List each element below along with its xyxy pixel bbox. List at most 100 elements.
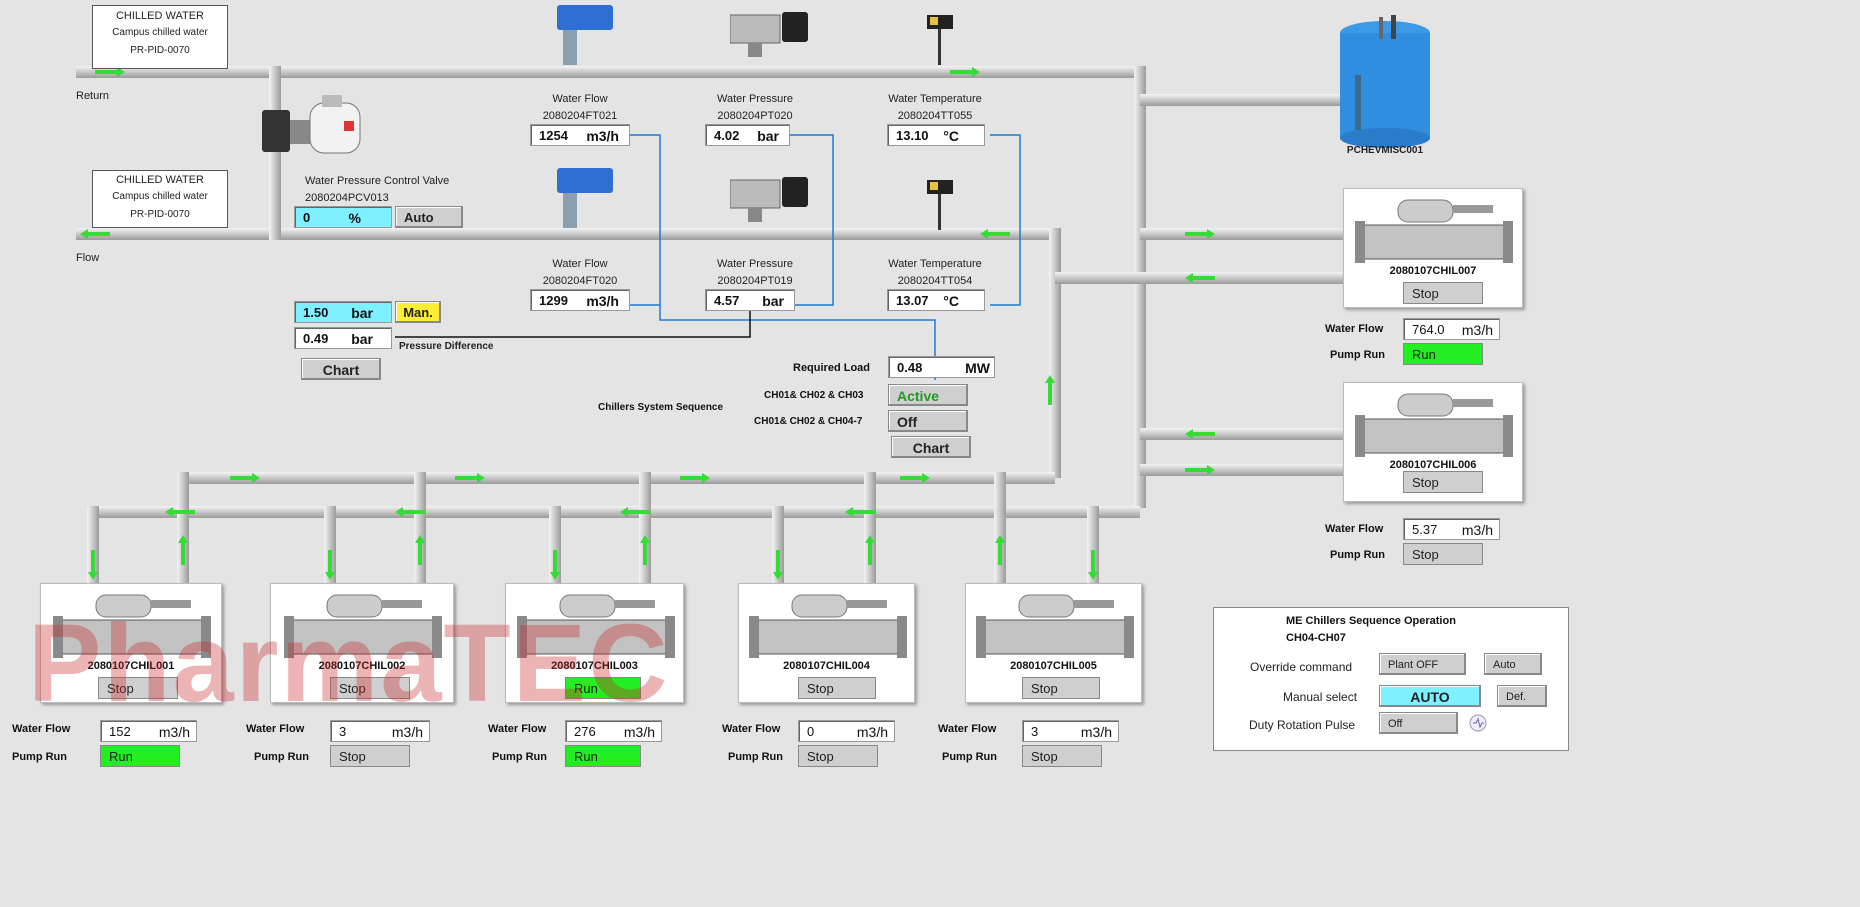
return-temperature-title: Water Temperature: [888, 93, 982, 105]
override-auto-button[interactable]: Auto: [1484, 653, 1542, 675]
water-flow-label: Water Flow: [722, 723, 781, 735]
chiller-status[interactable]: Stop: [1022, 677, 1100, 699]
pcv-mode-button[interactable]: Auto: [395, 206, 463, 228]
temperature-sensor-icon: [925, 15, 955, 65]
return-temperature-field[interactable]: 13.10 °C: [887, 124, 985, 146]
pipe-segment: [93, 506, 1140, 518]
supply-flow-field[interactable]: 1299 m3/h: [530, 289, 630, 311]
flow-meter-icon: [555, 168, 615, 228]
chiller-name: 2080107CHIL004: [783, 660, 870, 672]
unit: °C: [943, 293, 959, 309]
value: 5.37: [1412, 522, 1438, 537]
unit: bar: [762, 293, 784, 309]
return-temperature-tag: 2080204TT055: [897, 110, 973, 122]
supply-temperature-field[interactable]: 13.07 °C: [887, 289, 985, 311]
unit: m3/h: [1461, 322, 1493, 338]
unit: m3/h: [586, 293, 619, 309]
tag-line1: CHILLED WATER: [115, 174, 204, 186]
water-flow-label: Water Flow: [1325, 523, 1384, 535]
required-load-label: Required Load: [793, 362, 871, 374]
required-load-field[interactable]: 0.48 MW: [888, 356, 995, 378]
pcv-unit: %: [348, 210, 361, 226]
unit: bar: [757, 128, 779, 144]
water-flow-field[interactable]: 5.37 m3/h: [1403, 518, 1500, 540]
value: 3: [1031, 724, 1039, 739]
pipe-segment: [414, 472, 426, 585]
tank-name: PCHEVMISC001: [1346, 145, 1424, 156]
unit: m3/h: [586, 128, 619, 144]
sequence-row1-status[interactable]: Active: [888, 384, 968, 406]
pump-run-status[interactable]: Run: [100, 745, 180, 767]
dp-mode-button[interactable]: Man.: [395, 301, 441, 323]
pcv-value: 0: [303, 210, 311, 225]
pump-run-status[interactable]: Stop: [1022, 745, 1102, 767]
value: 0.48: [897, 360, 923, 375]
water-flow-field[interactable]: 0 m3/h: [798, 720, 895, 742]
pump-run-status[interactable]: Stop: [798, 745, 878, 767]
flow-pipe-tag: CHILLED WATER Campus chilled water PR-PI…: [92, 170, 228, 228]
pipe-segment: [1140, 464, 1345, 476]
pump-run-status[interactable]: Stop: [330, 745, 410, 767]
flow-label: Flow: [76, 252, 100, 264]
manual-select-value[interactable]: AUTO: [1379, 685, 1481, 707]
watermark: PharmaTEC: [28, 602, 670, 725]
supply-temperature-title: Water Temperature: [888, 258, 982, 270]
sequence-chart-button[interactable]: Chart: [891, 436, 971, 458]
water-flow-label: Water Flow: [938, 723, 997, 735]
supply-pressure-field[interactable]: 4.57 bar: [705, 289, 795, 311]
pressure-transmitter-icon: [729, 10, 810, 60]
value: 764.0: [1412, 322, 1445, 337]
sequence-row2-label: CH01& CH02 & CH04-7: [754, 416, 863, 427]
sequence-row2-status[interactable]: Off: [888, 410, 968, 432]
pcv-tag: 2080204PCV013: [305, 192, 389, 204]
value: 0: [807, 724, 815, 739]
manual-select-label: Manual select: [1283, 690, 1358, 704]
unit: bar: [351, 305, 373, 321]
flow-meter-icon: [555, 5, 615, 65]
pump-run-status[interactable]: Run: [1403, 343, 1483, 365]
return-flow-field[interactable]: 1254 m3/h: [530, 124, 630, 146]
dp-setpoint-field[interactable]: 1.50 bar: [294, 301, 392, 323]
pump-run-status[interactable]: Stop: [1403, 543, 1483, 565]
duty-rotation-label: Duty Rotation Pulse: [1249, 718, 1356, 732]
value: 13.10: [896, 128, 929, 143]
pump-run-label: Pump Run: [942, 751, 997, 763]
return-flow-tag: 2080204FT021: [542, 110, 618, 122]
return-pressure-tag: 2080204PT020: [717, 110, 793, 122]
water-flow-label: Water Flow: [1325, 323, 1384, 335]
pipe-segment: [1049, 228, 1061, 478]
expansion-tank-icon[interactable]: [1335, 15, 1435, 150]
chiller-status[interactable]: Stop: [1403, 282, 1483, 304]
pipe-segment: [76, 66, 1140, 78]
supply-flow-title: Water Flow: [552, 258, 608, 270]
return-pressure-title: Water Pressure: [716, 93, 793, 105]
pressure-control-valve-icon[interactable]: [262, 95, 372, 165]
water-flow-field[interactable]: 3 m3/h: [1022, 720, 1119, 742]
override-value[interactable]: Plant OFF: [1379, 653, 1466, 675]
supply-flow-tag: 2080204FT020: [542, 275, 618, 287]
pipe-segment: [1140, 228, 1345, 240]
tag-line2: Campus chilled water: [112, 27, 208, 38]
pipe-segment: [864, 472, 876, 585]
pump-run-label: Pump Run: [1330, 549, 1385, 561]
dp-actual-field[interactable]: 0.49 bar: [294, 327, 392, 349]
chiller-name: 2080107CHIL006: [1389, 459, 1477, 471]
pump-run-status[interactable]: Run: [565, 745, 641, 767]
pipe-segment: [76, 228, 1055, 240]
chiller-status[interactable]: Stop: [1403, 471, 1483, 493]
value: 13.07: [896, 293, 929, 308]
pulse-icon[interactable]: [1469, 714, 1487, 732]
pump-run-label: Pump Run: [1330, 349, 1385, 361]
supply-temperature-tag: 2080204TT054: [897, 275, 973, 287]
value: 1254: [539, 128, 568, 143]
pcv-output-field[interactable]: 0 %: [294, 206, 392, 228]
supply-pressure-title: Water Pressure: [716, 258, 793, 270]
manual-default-button[interactable]: Def.: [1497, 685, 1547, 707]
dp-chart-button[interactable]: Chart: [301, 358, 381, 380]
return-pressure-field[interactable]: 4.02 bar: [705, 124, 790, 146]
water-flow-field[interactable]: 764.0 m3/h: [1403, 318, 1500, 340]
tag-line2: Campus chilled water: [112, 191, 208, 202]
duty-rotation-value[interactable]: Off: [1379, 712, 1458, 734]
chiller-status[interactable]: Stop: [798, 677, 876, 699]
chiller-name: 2080107CHIL007: [1389, 265, 1477, 277]
